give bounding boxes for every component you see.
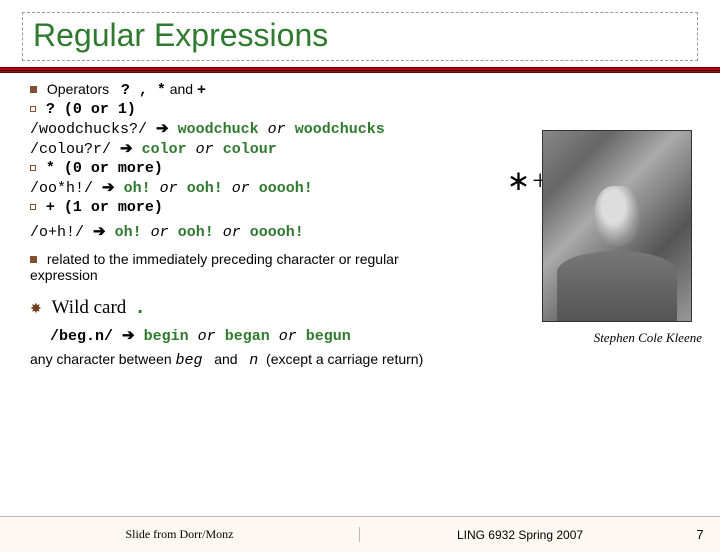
wild-dot: . (134, 297, 146, 320)
or: or (279, 328, 297, 345)
pattern: /oo*h!/ (30, 180, 93, 197)
plus: + (197, 82, 206, 99)
footer-course: LING 6932 Spring 2007 (360, 528, 680, 542)
portrait-caption: Stephen Cole Kleene (594, 330, 702, 346)
plus-head: + (1 or more) (46, 199, 163, 216)
q-head: ? (0 or 1) (46, 101, 136, 118)
match: woodchucks (295, 121, 385, 138)
match: oh! (124, 180, 151, 197)
or: or (198, 328, 216, 345)
portrait-image (542, 130, 692, 322)
match: ooooh! (259, 180, 313, 197)
related-text: related to the immediately preceding cha… (30, 251, 399, 283)
arrow-icon: ➔ (102, 179, 115, 196)
match: ooooh! (250, 224, 304, 241)
match: begin (144, 328, 189, 345)
and: and (170, 81, 193, 97)
wildcard-note: any character between beg and n (except … (30, 351, 690, 369)
pattern: /colou?r/ (30, 141, 111, 158)
note-beg: beg (176, 352, 203, 369)
arrow-icon: ➔ (156, 120, 169, 137)
footer: Slide from Dorr/Monz LING 6932 Spring 20… (0, 516, 720, 552)
rule (0, 67, 720, 73)
operators-heading: Operators ? , * and + (30, 81, 690, 99)
star-bullet-icon: ✸ (30, 300, 42, 316)
pattern: /woodchucks?/ (30, 121, 147, 138)
related-note: related to the immediately preceding cha… (30, 251, 460, 283)
or: or (196, 141, 214, 158)
bullet-icon (30, 165, 36, 171)
note-a: any character between (30, 351, 172, 367)
bullet-icon (30, 204, 36, 210)
match: ooh! (178, 224, 214, 241)
or: or (160, 180, 178, 197)
match: ooh! (187, 180, 223, 197)
match: oh! (115, 224, 142, 241)
or: or (151, 224, 169, 241)
bullet-icon (30, 86, 37, 93)
match: woodchuck (178, 121, 259, 138)
or: or (223, 224, 241, 241)
arrow-icon: ➔ (122, 327, 135, 344)
ops-list: ? , * (121, 82, 166, 99)
page-title: Regular Expressions (33, 17, 687, 54)
note-b: (except a carriage return) (266, 351, 423, 367)
pattern: /beg.n/ (50, 328, 113, 345)
star-head: * (0 or more) (46, 160, 163, 177)
q-heading: ? (0 or 1) (30, 100, 690, 118)
match: begun (306, 328, 351, 345)
bullet-icon (30, 106, 36, 112)
title-box: Regular Expressions (22, 12, 698, 61)
or: or (268, 121, 286, 138)
match: color (142, 141, 187, 158)
or: or (232, 180, 250, 197)
match: colour (223, 141, 277, 158)
note-and: and (214, 351, 237, 367)
operators-label: Operators (47, 81, 109, 97)
match: began (225, 328, 270, 345)
arrow-icon: ➔ (120, 140, 133, 157)
arrow-icon: ➔ (93, 223, 106, 240)
bullet-icon (30, 256, 37, 263)
wild-label: Wild card (52, 297, 127, 318)
pattern: /o+h!/ (30, 224, 84, 241)
note-n: n (249, 352, 258, 369)
